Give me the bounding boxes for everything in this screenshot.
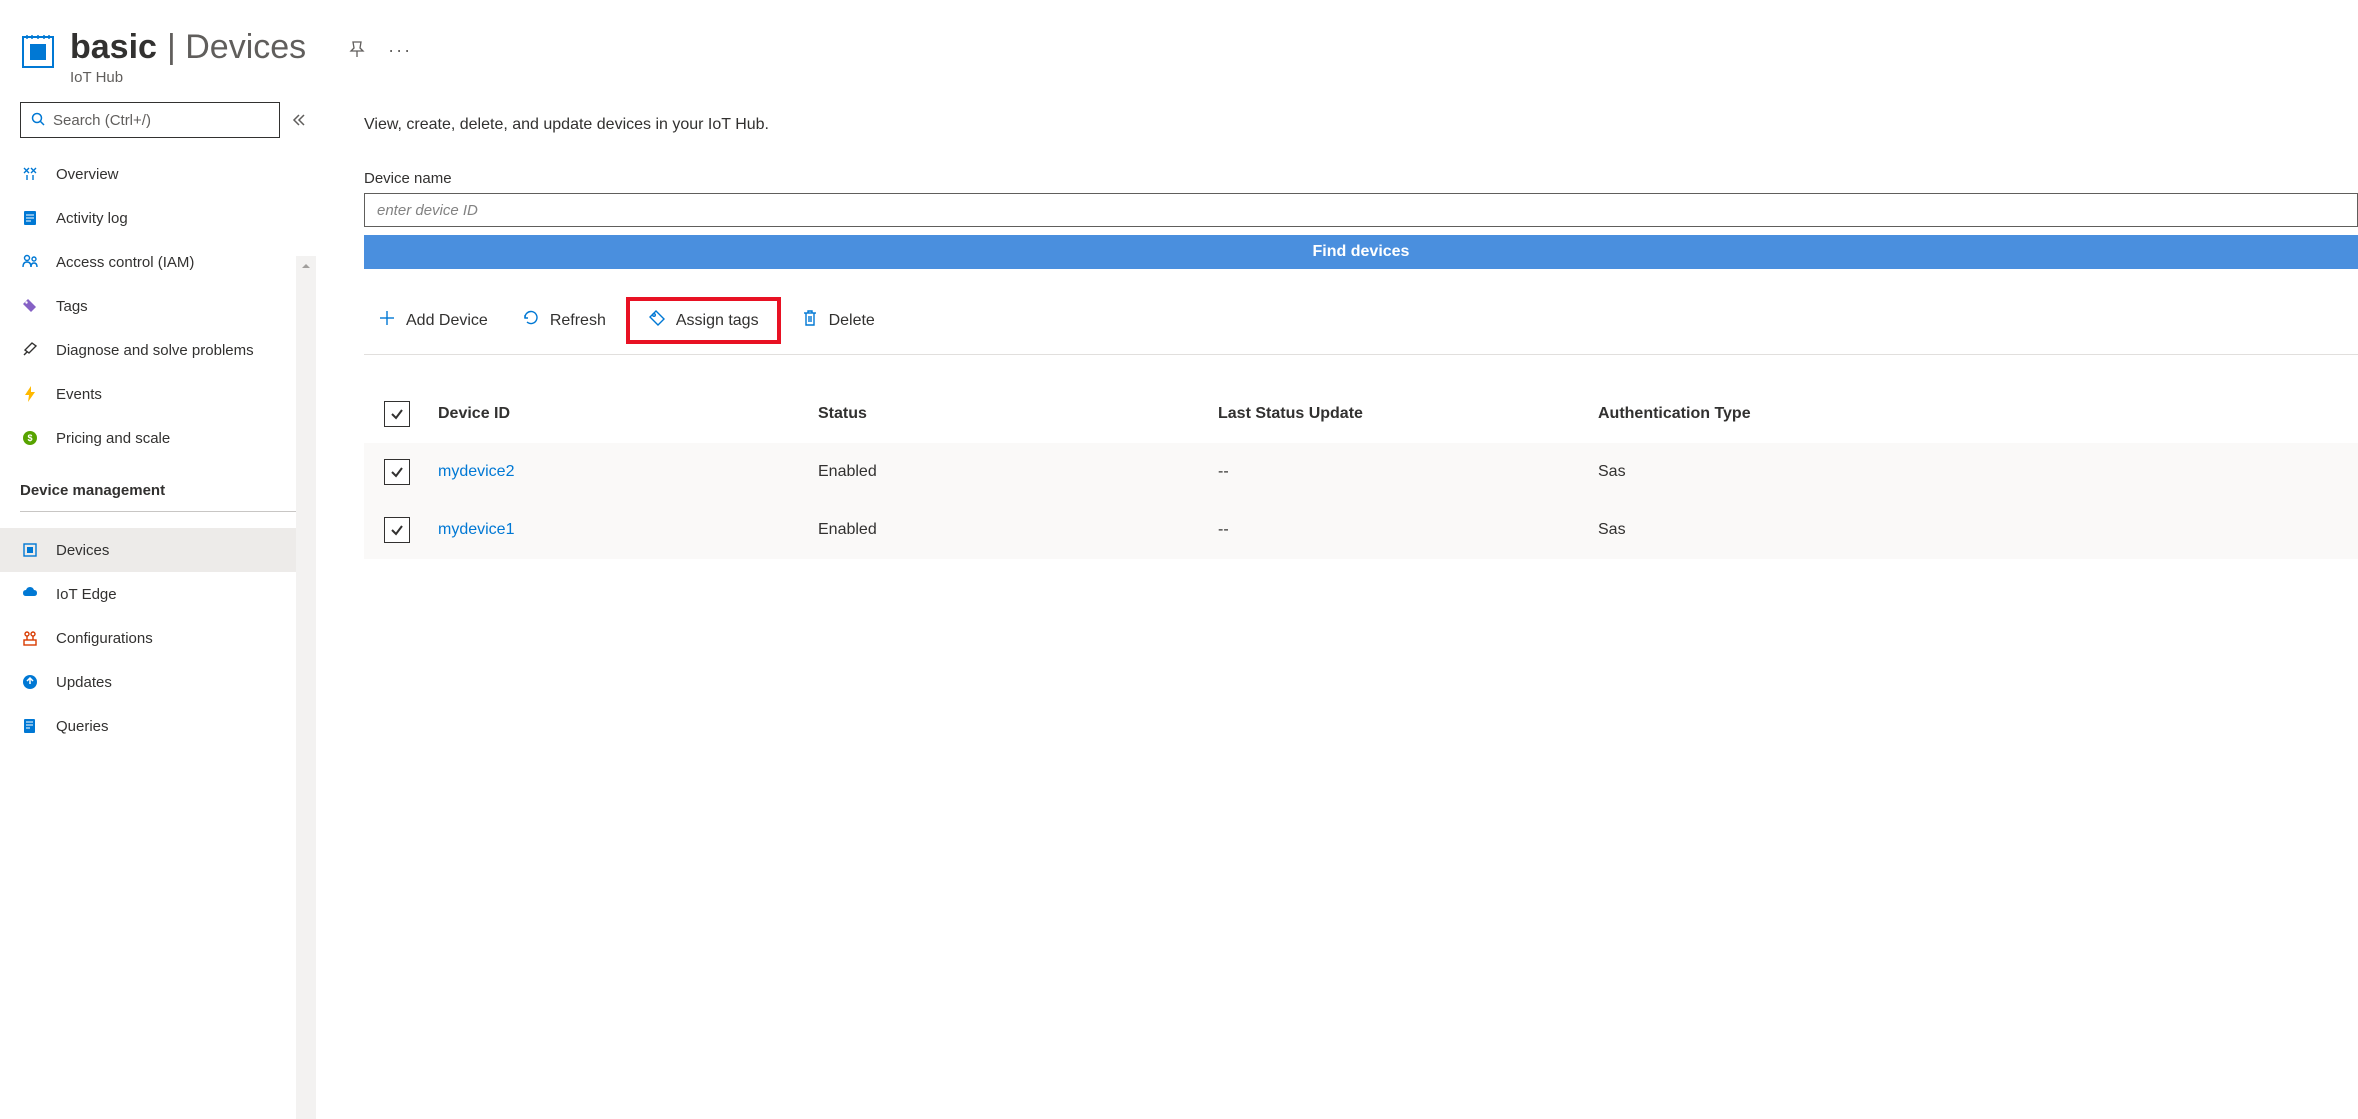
scrollbar-up-icon[interactable] xyxy=(296,256,316,276)
assign-tags-button[interactable]: Assign tags xyxy=(634,303,773,338)
device-id-link[interactable]: mydevice1 xyxy=(438,521,818,539)
sidebar-item-overview[interactable]: Overview xyxy=(0,152,316,196)
divider xyxy=(20,511,300,512)
add-device-button[interactable]: Add Device xyxy=(364,303,502,338)
sidebar-item-diagnose-and-solve-problems[interactable]: Diagnose and solve problems xyxy=(0,328,316,372)
nav-label: Updates xyxy=(56,674,112,691)
device-id-input[interactable] xyxy=(364,193,2358,227)
nav-label: Overview xyxy=(56,166,119,183)
device-id-link[interactable]: mydevice2 xyxy=(438,463,818,481)
delete-label: Delete xyxy=(829,312,875,330)
col-auth-type: Authentication Type xyxy=(1598,405,2358,423)
nav-label: Configurations xyxy=(56,630,153,647)
tags-icon xyxy=(20,297,40,315)
highlight-assign-tags: Assign tags xyxy=(626,297,781,344)
page-header: basic | Devices IoT Hub ··· xyxy=(0,0,2358,96)
queries-icon xyxy=(20,717,40,735)
cell-status: Enabled xyxy=(818,521,1218,539)
col-device-id: Device ID xyxy=(438,405,818,423)
nav-label: Access control (IAM) xyxy=(56,254,194,271)
find-devices-button[interactable]: Find devices xyxy=(364,235,2358,269)
devices-icon xyxy=(20,541,40,559)
table-row: mydevice1Enabled--Sas xyxy=(364,501,2358,559)
more-icon[interactable]: ··· xyxy=(388,40,412,61)
page-title: | Devices xyxy=(167,28,306,67)
col-last-update: Last Status Update xyxy=(1218,405,1598,423)
nav-label: Devices xyxy=(56,542,109,559)
configurations-icon xyxy=(20,629,40,647)
cell-last-update: -- xyxy=(1218,521,1598,539)
cell-auth-type: Sas xyxy=(1598,463,2358,481)
sidebar-item-updates[interactable]: Updates xyxy=(0,660,316,704)
sidebar-item-queries[interactable]: Queries xyxy=(0,704,316,748)
cell-auth-type: Sas xyxy=(1598,521,2358,539)
diagnose-icon xyxy=(20,341,40,359)
nav-label: Events xyxy=(56,386,102,403)
sidebar-item-activity-log[interactable]: Activity log xyxy=(0,196,316,240)
sidebar-item-configurations[interactable]: Configurations xyxy=(0,616,316,660)
refresh-icon xyxy=(522,309,540,332)
iot-edge-icon xyxy=(20,585,40,603)
refresh-button[interactable]: Refresh xyxy=(508,303,620,338)
resource-type: IoT Hub xyxy=(70,69,306,86)
devices-table: Device ID Status Last Status Update Auth… xyxy=(364,385,2358,559)
row-checkbox[interactable] xyxy=(384,517,410,543)
delete-button[interactable]: Delete xyxy=(787,303,889,338)
events-icon xyxy=(20,385,40,403)
toolbar: Add Device Refresh Assign tags xyxy=(364,297,2358,355)
sidebar-item-tags[interactable]: Tags xyxy=(0,284,316,328)
cell-last-update: -- xyxy=(1218,463,1598,481)
overview-icon xyxy=(20,165,40,183)
refresh-label: Refresh xyxy=(550,312,606,330)
pricing-icon: $ xyxy=(20,429,40,447)
assign-tags-label: Assign tags xyxy=(676,312,759,330)
device-name-label: Device name xyxy=(364,170,2358,187)
tag-icon xyxy=(648,309,666,332)
resource-name: basic xyxy=(70,28,157,67)
nav-label: Tags xyxy=(56,298,88,315)
nav-label: Queries xyxy=(56,718,109,735)
table-row: mydevice2Enabled--Sas xyxy=(364,443,2358,501)
add-device-label: Add Device xyxy=(406,312,488,330)
pin-icon[interactable] xyxy=(348,40,366,61)
plus-icon xyxy=(378,309,396,332)
nav-label: Activity log xyxy=(56,210,128,227)
nav-label: Diagnose and solve problems xyxy=(56,342,254,359)
sidebar-section-device-management: Device management xyxy=(0,460,316,505)
page-description: View, create, delete, and update devices… xyxy=(364,116,2358,134)
activity-log-icon xyxy=(20,209,40,227)
nav-label: Pricing and scale xyxy=(56,430,170,447)
updates-icon xyxy=(20,673,40,691)
main-content: View, create, delete, and update devices… xyxy=(316,96,2358,1119)
sidebar-item-devices[interactable]: Devices xyxy=(0,528,316,572)
sidebar-item-access-control-iam-[interactable]: Access control (IAM) xyxy=(0,240,316,284)
collapse-sidebar-icon[interactable] xyxy=(286,113,310,127)
sidebar: Overview Activity log Access control (IAM)… xyxy=(0,96,316,1119)
sidebar-search-input[interactable] xyxy=(53,112,269,129)
nav-label: IoT Edge xyxy=(56,586,117,603)
access-control-icon xyxy=(20,253,40,271)
sidebar-item-pricing-and-scale[interactable]: $ Pricing and scale xyxy=(0,416,316,460)
cell-status: Enabled xyxy=(818,463,1218,481)
sidebar-item-iot-edge[interactable]: IoT Edge xyxy=(0,572,316,616)
search-icon xyxy=(31,112,45,129)
row-checkbox[interactable] xyxy=(384,459,410,485)
iot-hub-icon xyxy=(20,34,56,70)
sidebar-search[interactable] xyxy=(20,102,280,138)
sidebar-scrollbar[interactable] xyxy=(296,256,316,1119)
sidebar-item-events[interactable]: Events xyxy=(0,372,316,416)
select-all-checkbox[interactable] xyxy=(384,401,410,427)
col-status: Status xyxy=(818,405,1218,423)
trash-icon xyxy=(801,309,819,332)
svg-text:$: $ xyxy=(27,433,32,443)
table-header: Device ID Status Last Status Update Auth… xyxy=(364,385,2358,443)
